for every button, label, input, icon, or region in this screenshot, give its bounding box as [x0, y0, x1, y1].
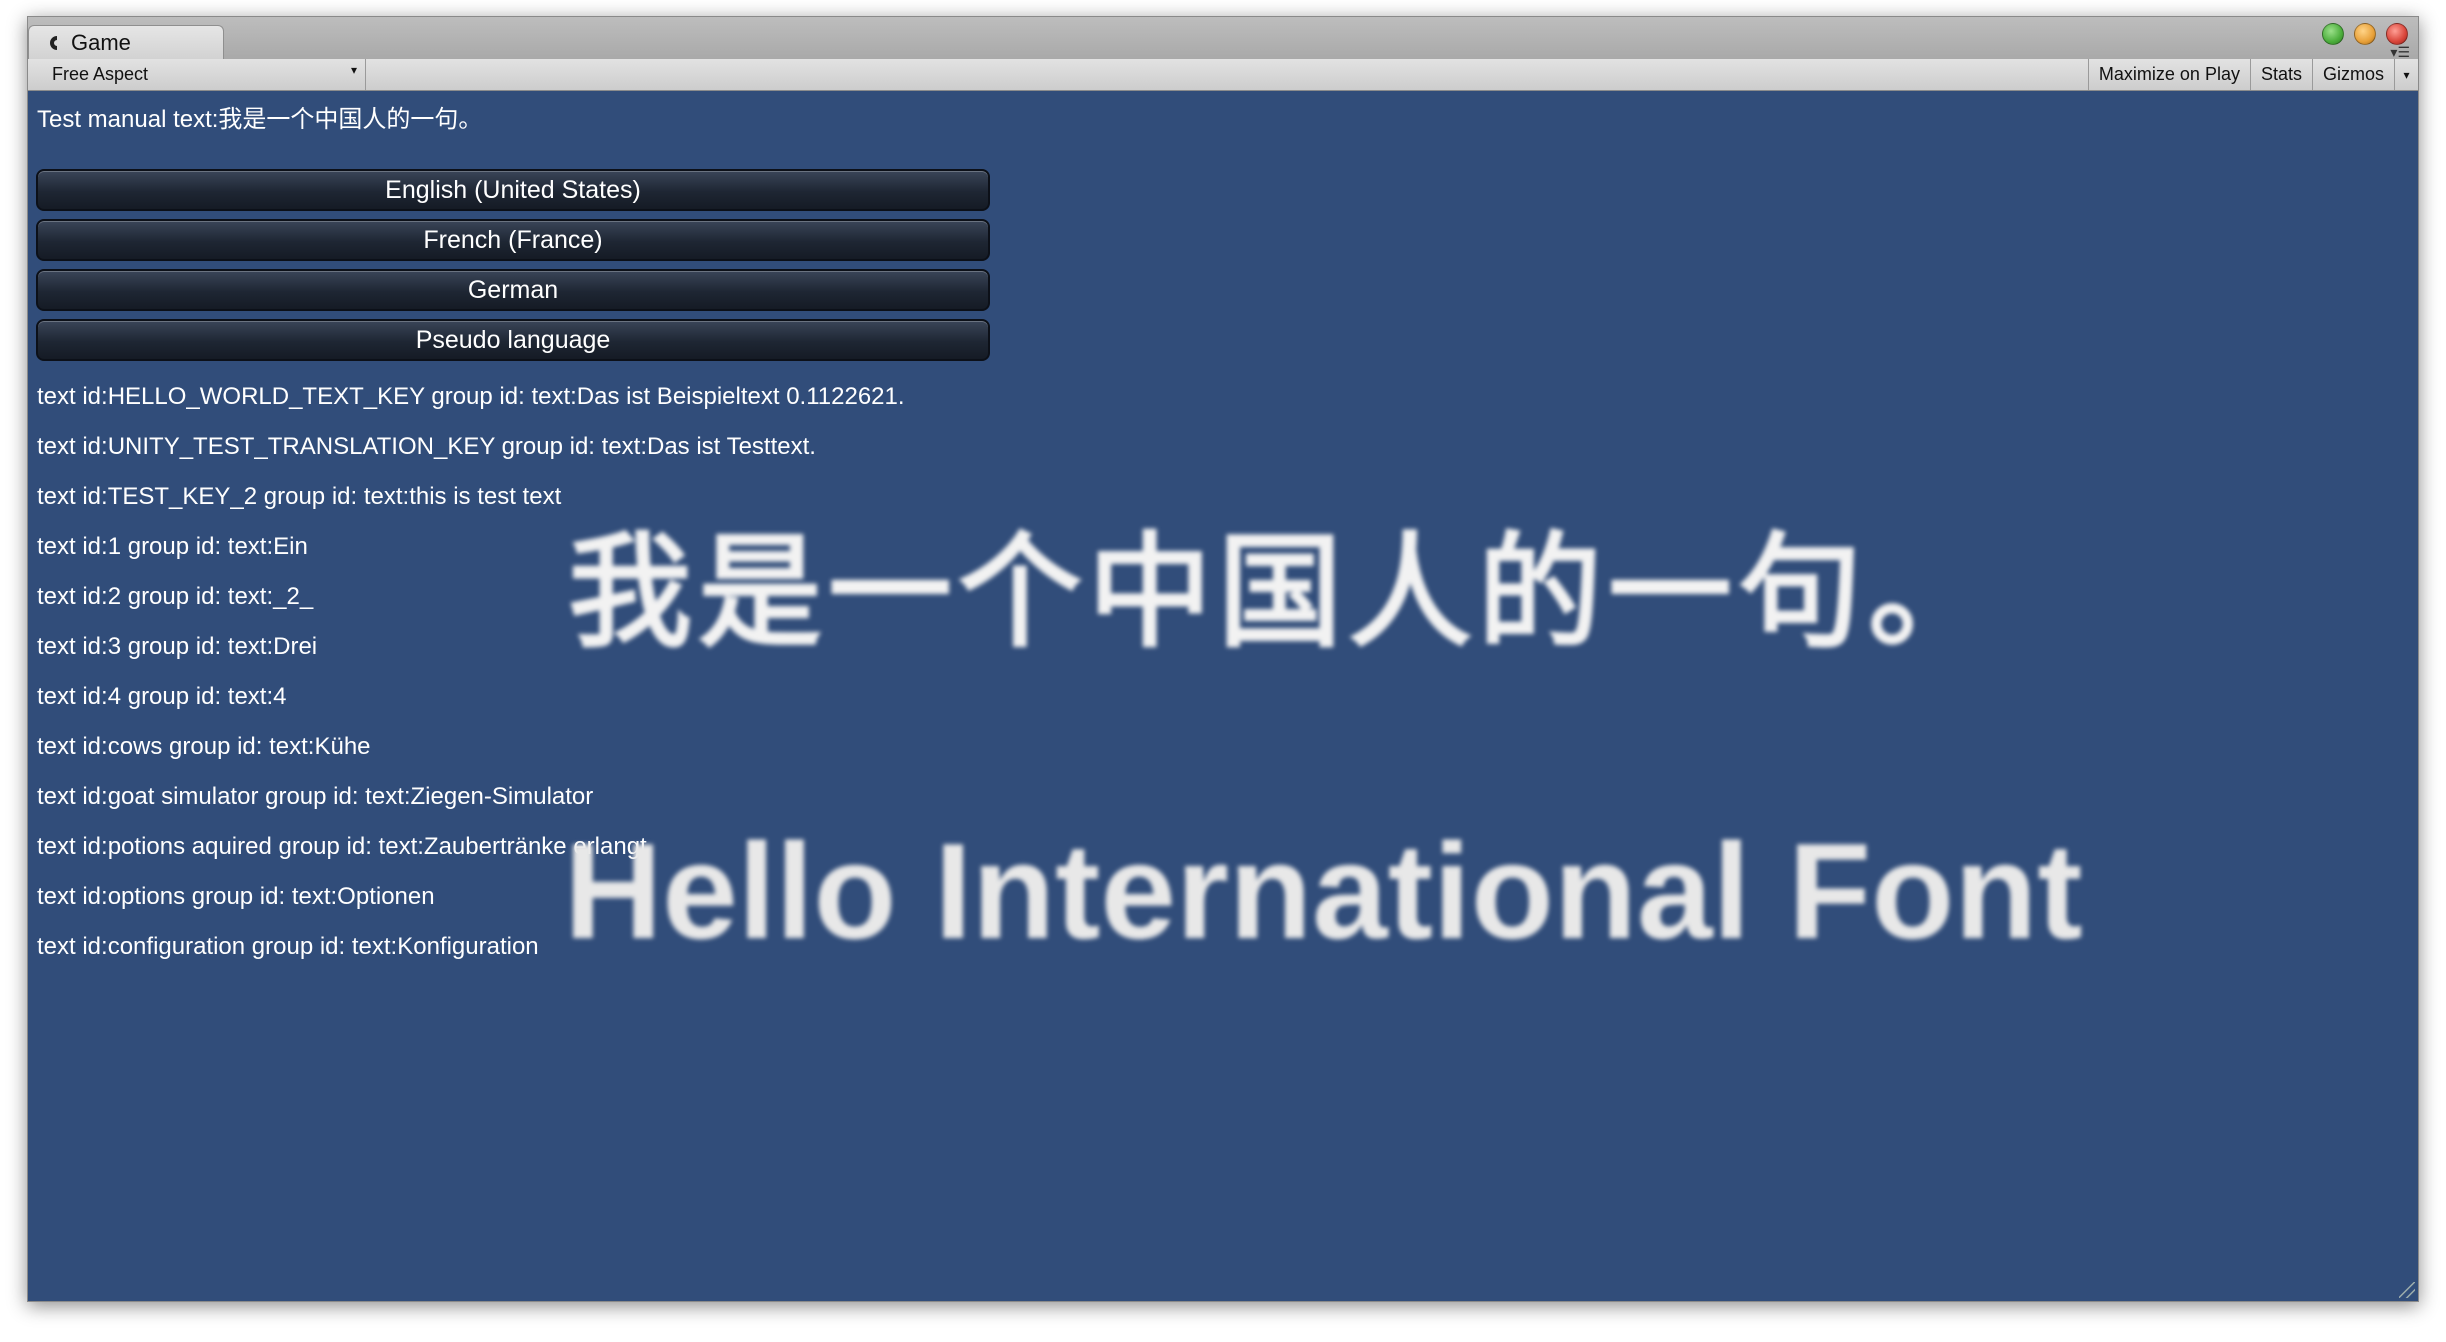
- gizmos-button[interactable]: Gizmos: [2311, 59, 2394, 90]
- tab-strip: Game ▾☰: [28, 17, 2418, 60]
- manual-text: Test manual text:我是一个中国人的一句。: [37, 106, 483, 133]
- translation-entry: text id:2 group id: text:_2_: [37, 583, 314, 610]
- game-window: Game ▾☰ Free Aspect ▾ Maximize on Play S…: [27, 16, 2419, 1302]
- translation-entry: text id:goat simulator group id: text:Zi…: [37, 783, 594, 810]
- tab-title: Game: [71, 29, 131, 55]
- german-button[interactable]: German: [36, 269, 990, 311]
- large-chinese-text: 我是一个中国人的一句。: [568, 521, 1999, 665]
- stats-button[interactable]: Stats: [2249, 59, 2312, 90]
- resize-grip-icon[interactable]: [2399, 1282, 2415, 1298]
- tab-game[interactable]: Game: [28, 25, 224, 59]
- game-view: Test manual text:我是一个中国人的一句。 English (Un…: [28, 91, 2418, 1301]
- translation-entry: text id:HELLO_WORLD_TEXT_KEY group id: t…: [37, 383, 905, 410]
- translation-entry: text id:configuration group id: text:Kon…: [37, 933, 539, 960]
- toolbar-right-group: Maximize on Play Stats Gizmos ▾: [2087, 59, 2418, 90]
- game-controller-icon: [50, 35, 57, 50]
- french-france-button[interactable]: French (France): [36, 219, 990, 261]
- game-toolbar: Free Aspect ▾ Maximize on Play Stats Giz…: [28, 59, 2418, 91]
- english-us-button[interactable]: English (United States): [36, 169, 990, 211]
- translation-entry: text id:cows group id: text:Kühe: [37, 733, 371, 760]
- translation-entry: text id:1 group id: text:Ein: [37, 533, 308, 560]
- translation-entry: text id:4 group id: text:4: [37, 683, 287, 710]
- translation-entry: text id:TEST_KEY_2 group id: text:this i…: [37, 483, 562, 510]
- gizmos-dropdown-icon[interactable]: ▾: [2394, 59, 2418, 90]
- window-controls: [2322, 23, 2408, 45]
- pseudo-language-button[interactable]: Pseudo language: [36, 319, 990, 361]
- maximize-on-play-button[interactable]: Maximize on Play: [2087, 59, 2250, 90]
- aspect-dropdown[interactable]: Free Aspect ▾: [38, 59, 366, 90]
- chevron-down-icon: ▾: [350, 63, 357, 77]
- translation-entry: text id:potions aquired group id: text:Z…: [37, 833, 647, 860]
- translation-entry: text id:options group id: text:Optionen: [37, 883, 435, 910]
- large-english-text: Hello International Font: [564, 815, 2083, 967]
- minimize-window-button[interactable]: [2354, 23, 2376, 45]
- panel-menu-icon[interactable]: ▾☰: [2390, 45, 2410, 59]
- close-window-button[interactable]: [2386, 23, 2408, 45]
- zoom-window-button[interactable]: [2322, 23, 2344, 45]
- aspect-label: Free Aspect: [52, 64, 149, 84]
- translation-entry: text id:UNITY_TEST_TRANSLATION_KEY group…: [37, 433, 816, 460]
- translation-entry: text id:3 group id: text:Drei: [37, 633, 318, 660]
